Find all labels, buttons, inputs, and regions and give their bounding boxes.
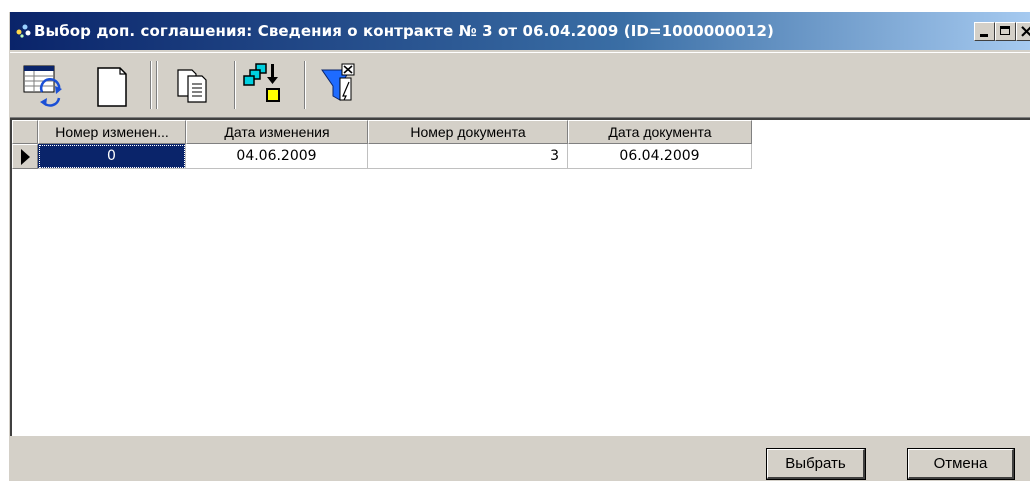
toolbar-separator: [156, 61, 158, 109]
minimize-icon: [980, 34, 988, 37]
column-header-change-date[interactable]: Дата изменения: [186, 120, 368, 144]
refresh-button[interactable]: [20, 58, 66, 112]
cell-change-date[interactable]: 04.06.2009: [186, 144, 368, 169]
move-button[interactable]: [242, 58, 288, 112]
app-icon: [16, 24, 31, 38]
close-icon: ×: [1019, 21, 1030, 42]
grid-header: Номер изменен... Дата изменения Номер до…: [12, 120, 752, 144]
copy-button[interactable]: [172, 58, 218, 112]
maximize-button[interactable]: [995, 22, 1016, 41]
toolbar: [10, 52, 1030, 118]
row-indicator[interactable]: [12, 144, 38, 169]
copy-icon: [177, 69, 207, 103]
window-title: Выбор доп. соглашения: Сведения о контра…: [34, 22, 774, 40]
cell-document-number[interactable]: 3: [368, 144, 568, 169]
select-button[interactable]: Выбрать: [766, 448, 866, 480]
column-header-document-date[interactable]: Дата документа: [568, 120, 752, 144]
refresh-table-icon: [23, 65, 62, 107]
close-button[interactable]: ×: [1016, 21, 1030, 42]
table-row[interactable]: 0 04.06.2009 3 06.04.2009: [12, 144, 752, 169]
current-row-arrow-icon: [20, 148, 30, 165]
title-bar[interactable]: Выбор доп. соглашения: Сведения о контра…: [10, 12, 1030, 50]
toolbar-separator: [234, 61, 236, 109]
data-grid[interactable]: Номер изменен... Дата изменения Номер до…: [10, 118, 1030, 436]
new-document-button[interactable]: [90, 58, 136, 112]
row-indicator-header: [12, 120, 38, 144]
toolbar-separator: [304, 61, 306, 109]
column-header-change-number[interactable]: Номер изменен...: [38, 120, 186, 144]
toolbar-separator: [150, 61, 152, 109]
minimize-button[interactable]: [974, 22, 995, 41]
dialog-window: Выбор доп. соглашения: Сведения о контра…: [9, 12, 1030, 481]
cell-document-date[interactable]: 06.04.2009: [568, 144, 752, 169]
maximize-icon: [1000, 26, 1010, 35]
cell-change-number[interactable]: 0: [38, 144, 186, 169]
cancel-button[interactable]: Отмена: [907, 448, 1015, 480]
new-document-icon: [97, 67, 127, 107]
column-header-document-number[interactable]: Номер документа: [368, 120, 568, 144]
clear-filter-button[interactable]: [316, 58, 362, 112]
clear-filter-icon: [321, 63, 355, 101]
move-down-icon: [243, 63, 280, 102]
